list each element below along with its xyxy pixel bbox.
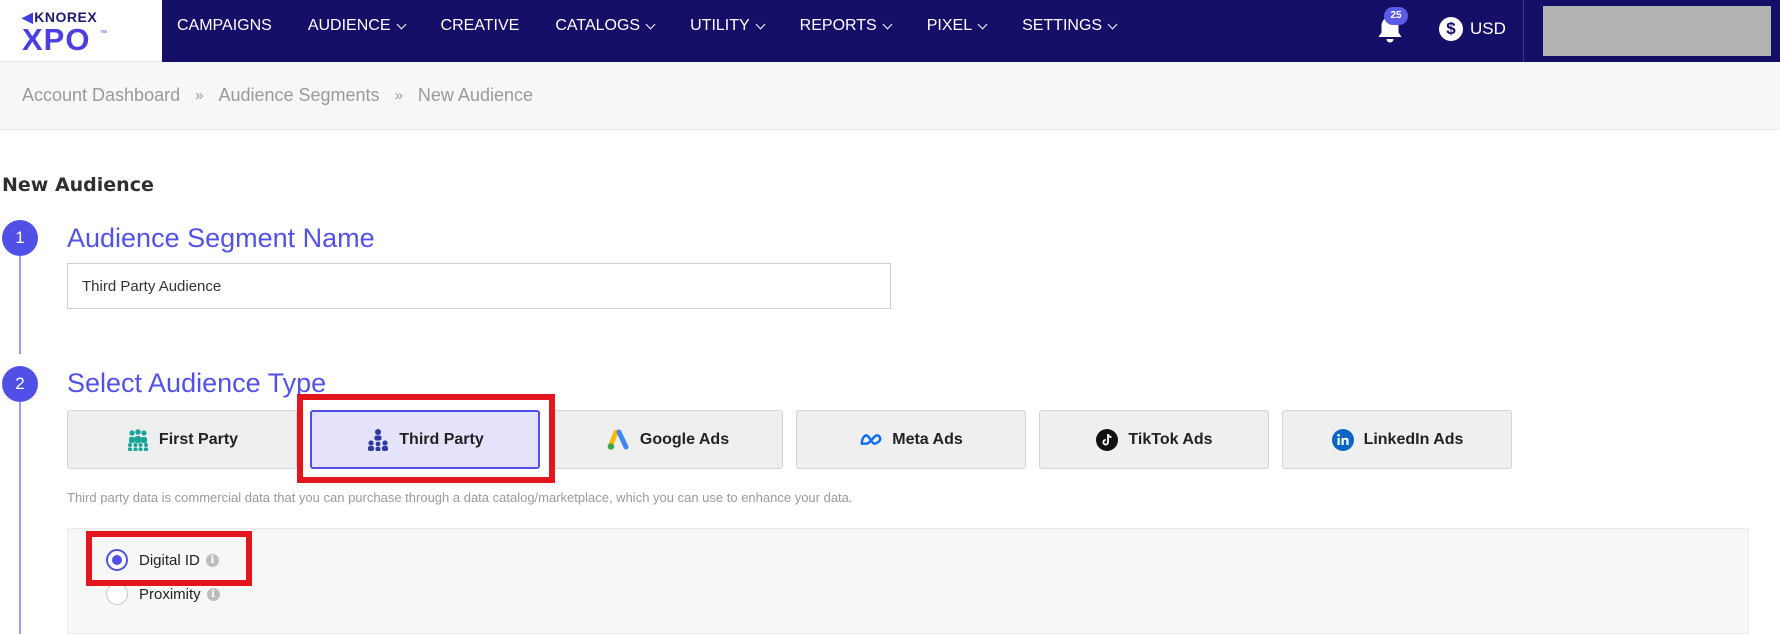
third-party-options-panel — [67, 528, 1749, 634]
step-2-line — [19, 402, 21, 634]
type-label: LinkedIn Ads — [1363, 430, 1464, 448]
chevron-down-icon — [645, 19, 656, 29]
option-label: Digital ID — [139, 551, 200, 569]
group-icon — [126, 428, 150, 452]
type-third-party-button[interactable]: Third Party — [310, 410, 540, 469]
breadcrumb-item-account-dashboard[interactable]: Account Dashboard — [22, 85, 180, 106]
option-digital-id[interactable]: Digital ID i — [106, 549, 219, 571]
nav-utility[interactable]: UTILITY — [690, 17, 766, 35]
step-2-circle: 2 — [2, 366, 38, 402]
step-2-heading: Select Audience Type — [67, 368, 327, 398]
logo-product: XPO — [22, 22, 91, 57]
breadcrumb: Account Dashboard » Audience Segments » … — [22, 85, 533, 106]
breadcrumb-bar: Account Dashboard » Audience Segments » … — [0, 62, 1780, 130]
account-menu[interactable] — [1543, 6, 1771, 56]
digital-id-radio[interactable] — [106, 549, 128, 571]
currency-selector[interactable]: $ USD — [1439, 17, 1506, 41]
info-icon[interactable]: i — [206, 587, 220, 601]
dollar-icon: $ — [1439, 17, 1463, 41]
type-meta-ads-button[interactable]: Meta Ads — [796, 410, 1026, 469]
type-label: First Party — [158, 430, 239, 448]
top-navbar: ◀KNOREX XPO ™ CAMPAIGNS AUDIENCE CREATIV… — [0, 0, 1780, 62]
currency-label: USD — [1470, 19, 1506, 38]
type-first-party-button[interactable]: First Party — [67, 410, 297, 469]
nav-campaigns[interactable]: CAMPAIGNS — [177, 17, 272, 35]
hierarchy-icon — [366, 428, 390, 452]
breadcrumb-separator: » — [195, 87, 204, 104]
type-tiktok-ads-button[interactable]: TikTok Ads — [1039, 410, 1269, 469]
step-1-circle: 1 — [2, 220, 38, 256]
linkedin-icon — [1331, 428, 1355, 452]
option-proximity[interactable]: Proximity i — [106, 583, 220, 605]
type-label: Meta Ads — [892, 430, 963, 448]
type-label: Third Party — [399, 430, 484, 448]
type-label: TikTok Ads — [1128, 430, 1213, 448]
audience-segment-name-input[interactable] — [67, 263, 891, 309]
option-label: Proximity — [139, 585, 201, 603]
nav-pixel[interactable]: PIXEL — [927, 17, 988, 35]
meta-icon — [859, 428, 883, 452]
step-1-line — [19, 256, 21, 354]
nav-settings[interactable]: SETTINGS — [1022, 17, 1118, 35]
chevron-down-icon — [396, 19, 406, 29]
proximity-radio[interactable] — [106, 583, 128, 605]
nav-creative[interactable]: CREATIVE — [441, 17, 520, 35]
breadcrumb-item-audience-segments[interactable]: Audience Segments — [218, 85, 379, 106]
chevron-down-icon — [755, 19, 766, 29]
info-icon[interactable]: i — [205, 553, 219, 567]
type-google-ads-button[interactable]: Google Ads — [553, 410, 783, 469]
chevron-down-icon — [977, 19, 988, 29]
chevron-down-icon — [882, 19, 893, 29]
breadcrumb-separator: » — [394, 87, 403, 104]
step-1-heading: Audience Segment Name — [67, 223, 375, 253]
nav-reports[interactable]: REPORTS — [800, 17, 893, 35]
tiktok-icon — [1095, 428, 1119, 452]
google-ads-icon — [607, 428, 631, 452]
type-linkedin-ads-button[interactable]: LinkedIn Ads — [1282, 410, 1512, 469]
page-title: New Audience — [2, 174, 154, 196]
notification-badge: 25 — [1384, 7, 1408, 25]
logo-trademark: ™ — [100, 30, 107, 37]
nav-catalogs[interactable]: CATALOGS — [555, 17, 656, 35]
type-label: Google Ads — [639, 430, 730, 448]
nav-divider — [1523, 0, 1524, 62]
audience-type-description: Third party data is commercial data that… — [67, 490, 853, 505]
nav-audience[interactable]: AUDIENCE — [308, 17, 406, 35]
chevron-down-icon — [1107, 19, 1118, 29]
main-nav: CAMPAIGNS AUDIENCE CREATIVE CATALOGS UTI… — [177, 0, 1152, 52]
logo[interactable]: ◀KNOREX XPO ™ — [0, 0, 162, 62]
breadcrumb-item-new-audience: New Audience — [417, 85, 533, 105]
